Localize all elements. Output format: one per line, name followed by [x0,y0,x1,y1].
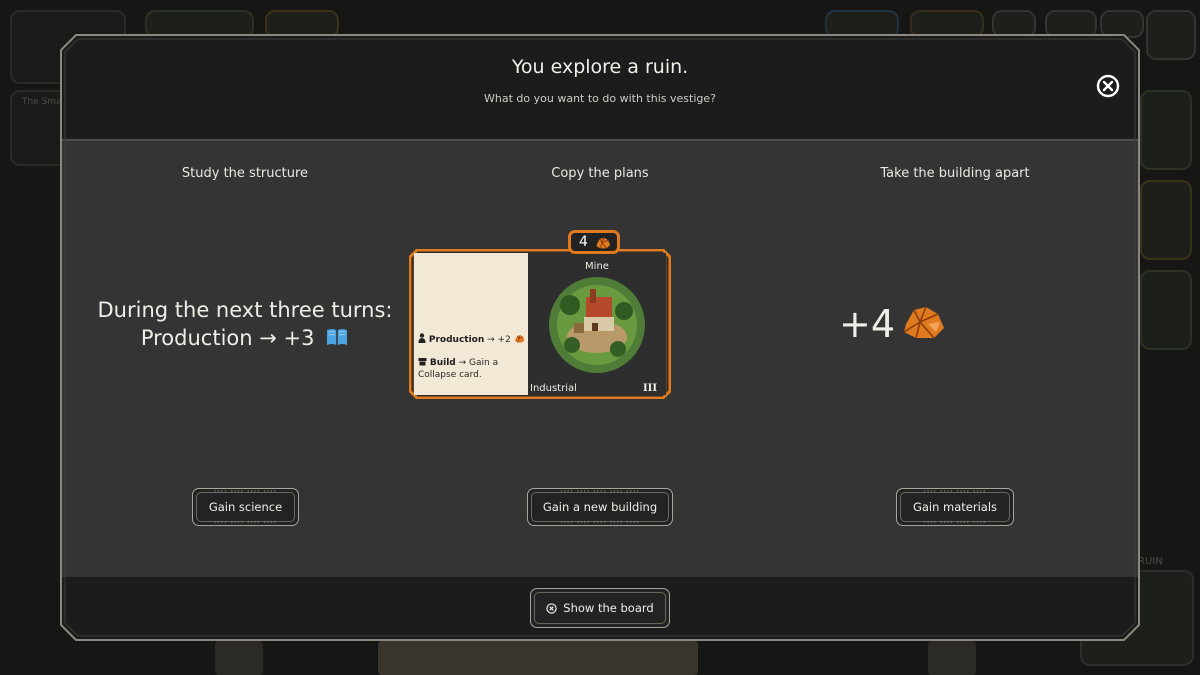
bg-tile-4 [910,10,984,38]
bg-tile-3 [825,10,899,38]
materials-amount: +4 [839,302,896,346]
mine-illustration [528,253,666,395]
book-icon [327,329,348,345]
card-effect1-label: Production [428,335,485,345]
gain-building-label: Gain a new building [542,500,658,514]
bg-tile-8 [1146,10,1196,60]
button-ornament-bottom: ‹‹‹‹ ›››› ‹‹‹‹ ›››› ‹‹‹‹ [560,519,640,526]
bg-ruin-label: RUIN [1138,556,1163,567]
button-ornament-bottom: ‹‹‹‹ ›››› ‹‹‹‹ ›››› [213,519,278,526]
bg-right-card-3 [1140,270,1192,350]
bg-right-card-1 [1140,90,1192,170]
option-study-title: Study the structure [181,166,309,181]
show-board-button[interactable]: Show the board [530,588,670,628]
bg-tile-1 [145,10,254,38]
ore-icon [903,306,944,339]
bg-tile-5 [992,10,1036,38]
button-ornament-top: ‹‹‹‹ ›››› ‹‹‹‹ ›››› [923,488,987,495]
bg-right-card-2 [1140,180,1192,260]
study-description-line2-wrap: Production → +3 [60,324,430,352]
close-small-icon [546,602,557,614]
card-effect-build: Build → Gain a Collapse card. [418,357,526,381]
gain-science-label: Gain science [208,500,283,514]
option-copy-title: Copy the plans [551,166,649,181]
bg-bottom-card-1 [215,641,263,675]
card-cost-badge: 4 [568,230,620,254]
card-tier: III [643,383,658,394]
button-ornament-top: ‹‹‹‹ ›››› ‹‹‹‹ ›››› [213,488,278,495]
option-dismantle-title: Take the building apart [880,166,1030,181]
close-circle-icon [1096,74,1120,98]
modal-subtitle: What do you want to do with this vestige… [484,92,716,105]
modal-title: You explore a ruin. [511,56,689,78]
gain-materials-label: Gain materials [912,500,998,514]
bg-bottom-card-3 [928,641,976,675]
ore-icon-cost [596,237,611,249]
build-icon [418,358,427,366]
study-description-line2: Production → +3 [140,326,315,350]
card-effect1-value: → +2 [487,335,511,345]
button-ornament-bottom: ‹‹‹‹ ›››› ‹‹‹‹ ›››› [923,519,987,526]
gain-building-button[interactable]: ‹‹‹‹ ›››› ‹‹‹‹ ›››› ‹‹‹‹ Gain a new buil… [527,488,673,526]
close-button[interactable] [1096,74,1120,98]
ore-icon-small [514,335,525,343]
bg-side-text: The Sma [22,97,62,107]
card-cost: 4 [579,234,588,250]
worker-icon [418,333,426,343]
card-image-panel [528,253,666,395]
bg-tile-7 [1100,10,1144,38]
bg-tile-6 [1045,10,1097,38]
card-type: Industrial [530,383,577,394]
bg-tile-2 [265,10,339,38]
study-description-line1: During the next three turns: [97,298,393,322]
button-ornament-top: ‹‹‹‹ ›››› ‹‹‹‹ ›››› ‹‹‹‹ [560,488,640,495]
card-effect-production: Production → +2 [418,333,526,346]
show-board-label: Show the board [563,601,654,615]
gain-materials-button[interactable]: ‹‹‹‹ ›››› ‹‹‹‹ ›››› Gain materials ‹‹‹‹ … [896,488,1014,526]
study-description: During the next three turns: Production … [60,296,430,352]
card-name: Mine [585,261,609,272]
bg-bottom-card-2 [378,641,698,675]
gain-science-button[interactable]: ‹‹‹‹ ›››› ‹‹‹‹ ›››› Gain science ‹‹‹‹ ››… [192,488,299,526]
card-effect2-label: Build [429,358,456,368]
modal-header: You explore a ruin. What do you want to … [60,34,1140,138]
